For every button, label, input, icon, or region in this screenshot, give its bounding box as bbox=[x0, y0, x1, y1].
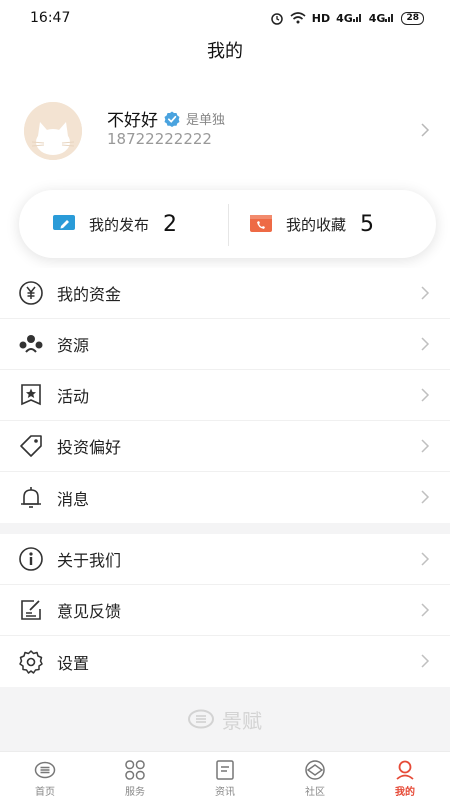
menu-item-investment-preference[interactable]: 投资偏好 bbox=[0, 421, 450, 472]
tab-home[interactable]: 首页 bbox=[0, 752, 90, 800]
alarm-icon bbox=[271, 13, 283, 25]
grid-icon bbox=[125, 760, 145, 780]
chevron-right-icon bbox=[421, 123, 430, 137]
tab-news[interactable]: 资讯 bbox=[180, 752, 270, 800]
brand-watermark: 景赋 bbox=[0, 700, 450, 738]
brand-watermark-text: 景赋 bbox=[222, 708, 262, 733]
battery-indicator: 28 bbox=[401, 11, 424, 25]
profile-name-row: 不好好 是单独 bbox=[107, 106, 225, 131]
chevron-right-icon bbox=[421, 286, 430, 300]
my-favorites-count: 5 bbox=[360, 211, 375, 237]
profile-name: 不好好 bbox=[107, 111, 158, 131]
phone-book-icon bbox=[250, 215, 272, 232]
community-icon bbox=[305, 760, 325, 780]
status-bar: 16:47 HD 4G 4G 28 bbox=[0, 0, 450, 36]
gear-icon bbox=[19, 649, 43, 674]
menu-item-resources[interactable]: 资源 bbox=[0, 319, 450, 370]
page-title: 我的 bbox=[207, 41, 243, 62]
menu-label-resources: 资源 bbox=[57, 336, 90, 355]
people-group-icon bbox=[19, 335, 43, 353]
my-favorites-button[interactable]: 我的收藏 5 bbox=[250, 190, 374, 258]
menu-label-feedback: 意见反馈 bbox=[57, 602, 122, 621]
menu-label-activities: 活动 bbox=[57, 387, 90, 406]
yuan-icon bbox=[19, 281, 43, 305]
stats-divider bbox=[228, 204, 229, 246]
bottom-tab-bar: 首页 服务 资讯 社区 我的 bbox=[0, 751, 450, 800]
tab-news-label: 资讯 bbox=[215, 787, 235, 798]
chevron-right-icon bbox=[421, 388, 430, 402]
verified-badge-icon bbox=[164, 111, 180, 127]
chevron-right-icon bbox=[421, 603, 430, 617]
signal-2: 4G bbox=[369, 12, 396, 25]
tab-services[interactable]: 服务 bbox=[90, 752, 180, 800]
stats-card: 我的发布 2 我的收藏 5 bbox=[19, 190, 436, 258]
menu-label-about-us: 关于我们 bbox=[57, 551, 122, 570]
chevron-right-icon bbox=[421, 337, 430, 351]
menu-item-messages[interactable]: 消息 bbox=[0, 472, 450, 523]
profile-row[interactable]: 不好好 是单独 18722222222 bbox=[0, 74, 450, 188]
tab-home-label: 首页 bbox=[35, 787, 55, 798]
profile-phone: 18722222222 bbox=[107, 130, 212, 148]
my-published-button[interactable]: 我的发布 2 bbox=[53, 190, 177, 258]
page-header: 我的 bbox=[0, 36, 450, 74]
profile-section: 不好好 是单独 18722222222 我的发布 2 我的收藏 5 bbox=[0, 74, 450, 268]
my-published-label: 我的发布 bbox=[89, 215, 150, 234]
news-icon bbox=[216, 760, 234, 780]
menu-item-about-us[interactable]: 关于我们 bbox=[0, 534, 450, 585]
menu-item-funds[interactable]: 我的资金 bbox=[0, 268, 450, 319]
signal-1: 4G bbox=[336, 12, 363, 25]
info-icon bbox=[19, 547, 43, 571]
status-icons: HD 4G 4G 28 bbox=[270, 11, 424, 25]
menu-group-main: 我的资金 资源 活动 投资偏好 消息 bbox=[0, 268, 450, 523]
tab-services-label: 服务 bbox=[125, 787, 145, 798]
network-hd: HD bbox=[311, 11, 331, 25]
tab-community[interactable]: 社区 bbox=[270, 752, 360, 800]
wifi-icon bbox=[290, 12, 306, 24]
tab-mine-label: 我的 bbox=[395, 787, 415, 798]
chevron-right-icon bbox=[421, 490, 430, 504]
avatar[interactable] bbox=[24, 102, 82, 160]
status-time: 16:47 bbox=[30, 10, 71, 26]
tag-icon bbox=[20, 435, 42, 457]
menu-label-funds: 我的资金 bbox=[57, 285, 122, 304]
menu-label-messages: 消息 bbox=[57, 489, 90, 509]
user-icon bbox=[396, 760, 414, 780]
edit-icon bbox=[53, 215, 75, 230]
tab-mine[interactable]: 我的 bbox=[360, 752, 450, 800]
menu-label-settings: 设置 bbox=[57, 653, 90, 673]
chevron-right-icon bbox=[421, 439, 430, 453]
chevron-right-icon bbox=[421, 654, 430, 668]
menu-item-activities[interactable]: 活动 bbox=[0, 370, 450, 421]
menu-group-settings: 关于我们 意见反馈 设置 bbox=[0, 534, 450, 687]
star-flag-icon bbox=[21, 384, 41, 406]
menu-label-investment-preference: 投资偏好 bbox=[57, 438, 122, 457]
my-favorites-label: 我的收藏 bbox=[286, 215, 347, 234]
feedback-icon bbox=[21, 600, 41, 620]
home-logo-icon bbox=[34, 761, 56, 779]
chevron-right-icon bbox=[421, 552, 430, 566]
cat-avatar-icon bbox=[24, 102, 82, 160]
brand-logo-icon bbox=[188, 709, 214, 729]
menu-item-settings[interactable]: 设置 bbox=[0, 636, 450, 687]
bell-icon bbox=[21, 486, 41, 508]
profile-tag: 是单独 bbox=[186, 113, 226, 128]
tab-community-label: 社区 bbox=[305, 787, 325, 798]
my-published-count: 2 bbox=[163, 211, 178, 237]
menu-item-feedback[interactable]: 意见反馈 bbox=[0, 585, 450, 636]
